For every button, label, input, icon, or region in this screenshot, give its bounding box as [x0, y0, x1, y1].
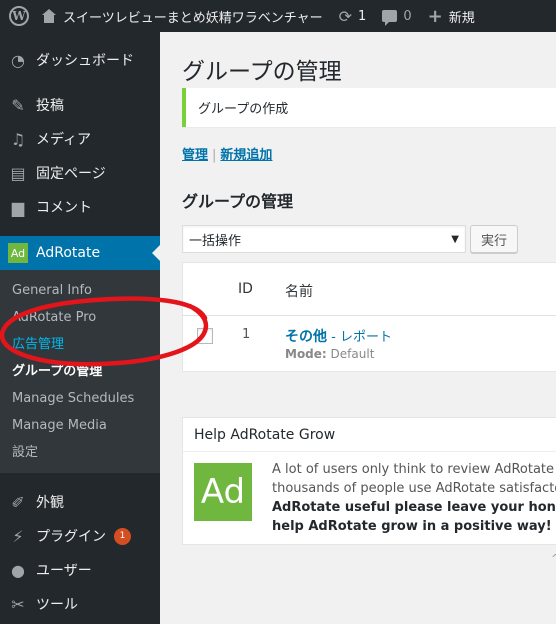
site-name-menu[interactable]: スイーツレビューまとめ妖精ワラベンチャー: [37, 0, 331, 32]
new-content-menu[interactable]: + 新規: [420, 0, 483, 32]
mode-label: Mode:: [285, 347, 327, 361]
help-line-2: thousands of people use AdRotate satisfa…: [272, 481, 556, 496]
help-line-4: help AdRotate grow in a positive way!: [272, 519, 552, 534]
home-icon: [41, 9, 57, 23]
comments-icon: ▆: [11, 197, 25, 217]
menu-adrotate[interactable]: Ad AdRotate: [0, 236, 160, 270]
report-link[interactable]: - レポート: [327, 330, 392, 345]
manage-link[interactable]: 管理: [182, 148, 208, 163]
comments-menu[interactable]: 0: [374, 0, 419, 32]
menu-label: プラグイン: [36, 529, 106, 545]
tools-icon: ✂: [11, 594, 25, 614]
plugins-update-badge: 1: [114, 527, 131, 545]
menu-label: ツール: [36, 597, 78, 613]
menu-label: メディア: [36, 132, 92, 148]
adrotate-icon: Ad: [8, 243, 28, 263]
help-box-title: Help AdRotate Grow: [183, 418, 556, 452]
row-id: 1: [242, 327, 251, 342]
wordpress-icon: W: [9, 6, 29, 26]
comments-count: 0: [403, 8, 412, 24]
plus-icon: +: [427, 5, 443, 27]
help-line-3: AdRotate useful please leave your honest: [272, 500, 556, 515]
site-name: スイーツレビューまとめ妖精ワラベンチャー: [63, 10, 323, 26]
wp-logo-menu[interactable]: W: [0, 0, 37, 32]
mode-value: Default: [330, 347, 375, 361]
pages-icon: ▤: [10, 163, 26, 183]
menu-appearance[interactable]: ✐ 外観: [0, 485, 160, 519]
subsubsub-links: 管理 | 新規追加: [182, 144, 272, 163]
menu-label: ユーザー: [36, 563, 92, 579]
groups-table: ID 名前 1 その他 - レポート Mode: Default: [182, 262, 556, 372]
adrotate-logo: Ad: [194, 463, 252, 521]
link-separator: |: [212, 148, 217, 163]
column-header-name[interactable]: 名前: [285, 281, 313, 301]
bulk-action-value: 一括操作: [189, 233, 242, 249]
refresh-icon: ⟳: [338, 6, 353, 26]
caret-up-icon: ^: [551, 552, 556, 565]
menu-posts[interactable]: ✎ 投稿: [0, 88, 160, 122]
row-mode: Mode: Default: [285, 347, 374, 361]
main-content: グループの管理 グループの作成 管理 | 新規追加 グループの管理 一括操作 ▼ 実…: [160, 32, 556, 624]
media-icon: ♫: [10, 129, 26, 149]
help-line-1: A lot of users only think to review AdRo…: [272, 462, 556, 477]
dashboard-icon: ◔: [11, 50, 25, 70]
admin-sidebar: ◔ ダッシュボード ✎ 投稿 ♫ メディア ▤ 固定ページ ▆ コメント Ad …: [0, 32, 160, 624]
submenu-group-management[interactable]: グループの管理: [0, 358, 160, 385]
submenu-manage-media[interactable]: Manage Media: [0, 412, 160, 439]
column-header-id[interactable]: ID: [238, 281, 253, 297]
updates-menu[interactable]: ⟳ 1: [331, 0, 375, 32]
row-name-cell: その他 - レポート: [285, 326, 392, 346]
notice-box: グループの作成: [182, 88, 556, 127]
menu-label: 外観: [36, 495, 64, 511]
plugins-icon: ⚡: [12, 526, 24, 546]
menu-tools[interactable]: ✂ ツール: [0, 587, 160, 621]
admin-bar: W スイーツレビューまとめ妖精ワラベンチャー ⟳ 1 0 + 新規: [0, 0, 556, 32]
menu-label: コメント: [36, 200, 92, 216]
row-checkbox[interactable]: [197, 328, 213, 344]
chevron-down-icon: ▼: [451, 233, 459, 245]
row-divider: [183, 315, 556, 316]
submenu-settings[interactable]: 設定: [0, 439, 160, 466]
help-adrotate-box: Help AdRotate Grow Ad A lot of users onl…: [182, 417, 556, 545]
menu-label: ダッシュボード: [36, 53, 134, 69]
page-title: グループの管理: [182, 59, 342, 85]
help-text: A lot of users only think to review AdRo…: [272, 460, 556, 536]
menu-label: 投稿: [36, 98, 64, 114]
section-title: グループの管理: [182, 192, 294, 211]
appearance-icon: ✐: [11, 492, 25, 512]
menu-comments[interactable]: ▆ コメント: [0, 190, 160, 224]
menu-media[interactable]: ♫ メディア: [0, 122, 160, 156]
pin-icon: ✎: [11, 95, 25, 115]
new-label: 新規: [448, 10, 475, 26]
menu-pages[interactable]: ▤ 固定ページ: [0, 156, 160, 190]
submenu-ad-management[interactable]: 広告管理: [0, 331, 160, 358]
apply-button[interactable]: 実行: [470, 225, 518, 253]
submenu-general-info[interactable]: General Info: [0, 277, 160, 304]
menu-plugins[interactable]: ⚡ プラグイン 1: [0, 519, 160, 553]
add-new-link[interactable]: 新規追加: [220, 148, 272, 163]
adrotate-submenu: General Info AdRotate Pro 広告管理 グループの管理 M…: [0, 270, 160, 473]
submenu-manage-schedules[interactable]: Manage Schedules: [0, 385, 160, 412]
submenu-adrotate-pro[interactable]: AdRotate Pro: [0, 304, 160, 331]
users-icon: ●: [11, 560, 25, 580]
menu-label: AdRotate: [36, 245, 101, 261]
comment-icon: [382, 10, 398, 26]
bulk-action-select[interactable]: 一括操作 ▼: [182, 225, 466, 253]
group-name-link[interactable]: その他: [285, 329, 327, 345]
menu-users[interactable]: ● ユーザー: [0, 553, 160, 587]
updates-count: 1: [358, 8, 367, 24]
notice-text: グループの作成: [198, 102, 289, 117]
menu-dashboard[interactable]: ◔ ダッシュボード: [0, 43, 160, 77]
menu-label: 固定ページ: [36, 166, 106, 182]
